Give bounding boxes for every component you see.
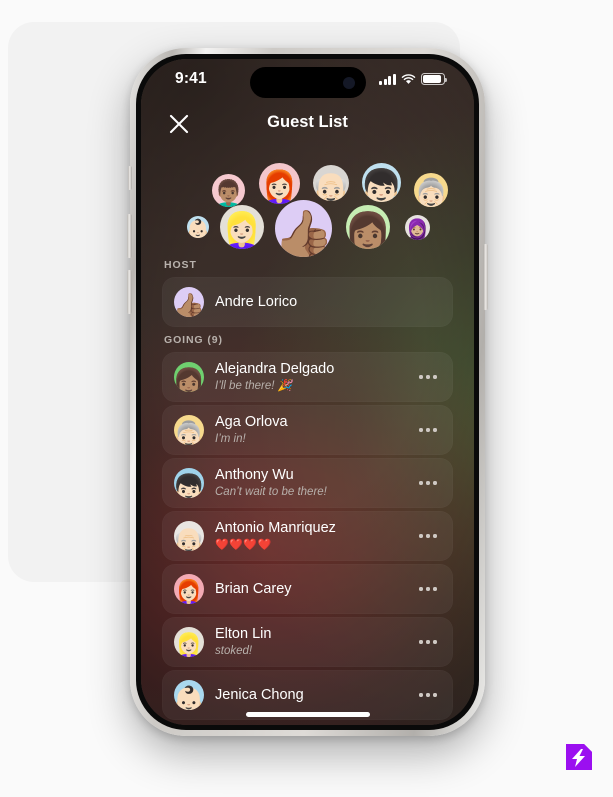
guest-text: Anthony Wu Can’t wait to be there! [215, 467, 411, 499]
status-time: 9:41 [175, 70, 207, 87]
more-options-icon[interactable] [411, 481, 445, 485]
guest-rsvp-message: ❤️❤️❤️❤️ [215, 539, 272, 551]
guest-row[interactable]: 👩🏻‍🦰 Brian Carey [162, 564, 453, 614]
guest-text: Brian Carey [215, 581, 411, 598]
avatar-bubble-5[interactable]: 👵🏻 [414, 173, 448, 207]
guest-name: Anthony Wu [215, 467, 294, 483]
avatar: 👦🏻 [174, 468, 204, 498]
status-indicators [379, 72, 447, 85]
guest-row[interactable]: 👴🏻 Antonio Manriquez ❤️❤️❤️❤️ [162, 511, 453, 561]
avatar-glyph: 👩🏻‍🦰 [259, 169, 300, 204]
more-options-icon[interactable] [411, 375, 445, 379]
avatar-bubble-3[interactable]: 👴🏻 [313, 165, 349, 201]
volume-up-button[interactable] [127, 214, 132, 258]
avatar-cluster: 👨🏽‍🦱 👩🏻‍🦰 👴🏻 👦🏻 👵🏻 👶🏻 👱🏻‍♀️ 👍🏽 👩🏽 🧕🏼 [141, 147, 474, 259]
guest-row[interactable]: 👦🏻 Anthony Wu Can’t wait to be there! [162, 458, 453, 508]
avatar-glyph: 👶🏻 [187, 219, 209, 238]
home-indicator[interactable] [245, 712, 370, 717]
page-title: Guest List [267, 113, 348, 131]
avatar: 👩🏻‍🦰 [174, 574, 204, 604]
guest-name: Brian Carey [215, 580, 292, 597]
guest-rsvp-message: I’m in! [215, 433, 246, 445]
guest-name: Jenica Chong [215, 686, 304, 703]
guest-row[interactable]: 👵🏻 Aga Orlova I’m in! [162, 405, 453, 455]
avatar-glyph: 👦🏻 [362, 168, 401, 202]
guest-text: Jenica Chong [215, 687, 411, 704]
wifi-icon [401, 74, 416, 84]
phone-screen: 9:41 [141, 59, 474, 725]
phone-device-frame: 9:41 [127, 48, 488, 736]
more-options-icon[interactable] [411, 640, 445, 644]
avatar-bubble-4[interactable]: 👦🏻 [362, 163, 401, 202]
guest-text: Alejandra Delgado I’ll be there! 🎉 [215, 361, 411, 393]
avatar: 👍🏽 [174, 287, 204, 317]
front-camera-icon [342, 76, 355, 89]
avatar-glyph: 👴🏻 [313, 170, 349, 201]
going-section: GOING (9) 👩🏽 Alejandra Delgado I’ll be the… [141, 334, 474, 723]
avatar-glyph: 👱🏻‍♀️ [174, 631, 204, 657]
guest-text: Antonio Manriquez ❤️❤️❤️❤️ [215, 520, 411, 552]
guest-rsvp-message: stoked! [215, 645, 253, 657]
avatar: 👩🏽 [174, 362, 204, 392]
status-bar: 9:41 [141, 59, 474, 103]
avatar-glyph: 👦🏻 [174, 472, 204, 498]
going-list: 👩🏽 Alejandra Delgado I’ll be there! 🎉 👵🏻 Aga… [141, 352, 474, 720]
guest-row[interactable]: 👱🏻‍♀️ Elton Lin stoked! [162, 617, 453, 667]
silent-switch[interactable] [128, 166, 132, 190]
avatar-glyph: 👩🏽 [346, 212, 390, 249]
avatar-glyph: 👩🏻‍🦰 [174, 578, 204, 604]
avatar-glyph: 👵🏻 [174, 419, 204, 445]
cellular-bars-icon [379, 73, 396, 85]
guest-name: Andre Lorico [215, 293, 298, 310]
avatar-bubble-9[interactable]: 👩🏽 [346, 205, 390, 249]
guest-text: Andre Lorico [215, 294, 453, 311]
avatar-glyph: 👴🏻 [174, 525, 204, 551]
phone-bezel: 9:41 [136, 54, 479, 730]
avatar-bubble-10[interactable]: 🧕🏼 [405, 215, 430, 240]
avatar-glyph: 🧕🏼 [405, 217, 430, 240]
host-section: HOST 👍🏽 Andre Lorico [141, 259, 474, 330]
guest-text: Aga Orlova I’m in! [215, 414, 411, 446]
avatar-bubble-8[interactable]: 👍🏽 [275, 200, 332, 257]
guest-name: Aga Orlova [215, 414, 288, 430]
more-options-icon[interactable] [411, 534, 445, 538]
avatar: 👱🏻‍♀️ [174, 627, 204, 657]
volume-down-button[interactable] [127, 270, 132, 314]
avatar-bubble-7[interactable]: 👱🏻‍♀️ [220, 205, 264, 249]
avatar-bubble-2[interactable]: 👩🏻‍🦰 [259, 163, 300, 204]
guest-row[interactable]: 👩🏽 Alejandra Delgado I’ll be there! 🎉 [162, 352, 453, 402]
guest-rsvp-message: Can’t wait to be there! [215, 486, 327, 498]
more-options-icon[interactable] [411, 693, 445, 697]
avatar: 👵🏻 [174, 415, 204, 445]
navigation-bar: Guest List [141, 103, 474, 145]
guest-name: Elton Lin [215, 626, 272, 642]
lightning-bolt-document-icon[interactable] [560, 738, 598, 776]
host-list: 👍🏽 Andre Lorico [141, 277, 474, 327]
host-section-label: HOST [164, 259, 197, 271]
dynamic-island [249, 67, 366, 98]
avatar-glyph: 👨🏽‍🦱 [212, 179, 245, 207]
avatar-bubble-1[interactable]: 👨🏽‍🦱 [212, 174, 245, 207]
guest-text: Elton Lin stoked! [215, 626, 411, 658]
more-options-icon[interactable] [411, 428, 445, 432]
avatar-glyph: 👵🏻 [414, 178, 448, 207]
avatar-glyph: 👩🏽 [174, 366, 204, 392]
power-button[interactable] [483, 244, 488, 310]
going-section-label: GOING (9) [164, 334, 223, 346]
guest-name: Alejandra Delgado [215, 361, 335, 377]
guest-name: Antonio Manriquez [215, 520, 336, 536]
avatar: 👶🏻 [174, 680, 204, 710]
avatar-glyph: 👱🏻‍♀️ [220, 212, 264, 249]
battery-icon [421, 73, 447, 85]
guest-row[interactable]: 👍🏽 Andre Lorico [162, 277, 453, 327]
avatar-bubble-6[interactable]: 👶🏻 [187, 216, 209, 238]
avatar-glyph: 👶🏻 [174, 684, 204, 710]
guest-rsvp-message: I’ll be there! 🎉 [215, 380, 292, 392]
avatar-glyph: 👍🏽 [174, 291, 204, 317]
avatar: 👴🏻 [174, 521, 204, 551]
more-options-icon[interactable] [411, 587, 445, 591]
avatar-glyph: 👍🏽 [275, 208, 332, 257]
